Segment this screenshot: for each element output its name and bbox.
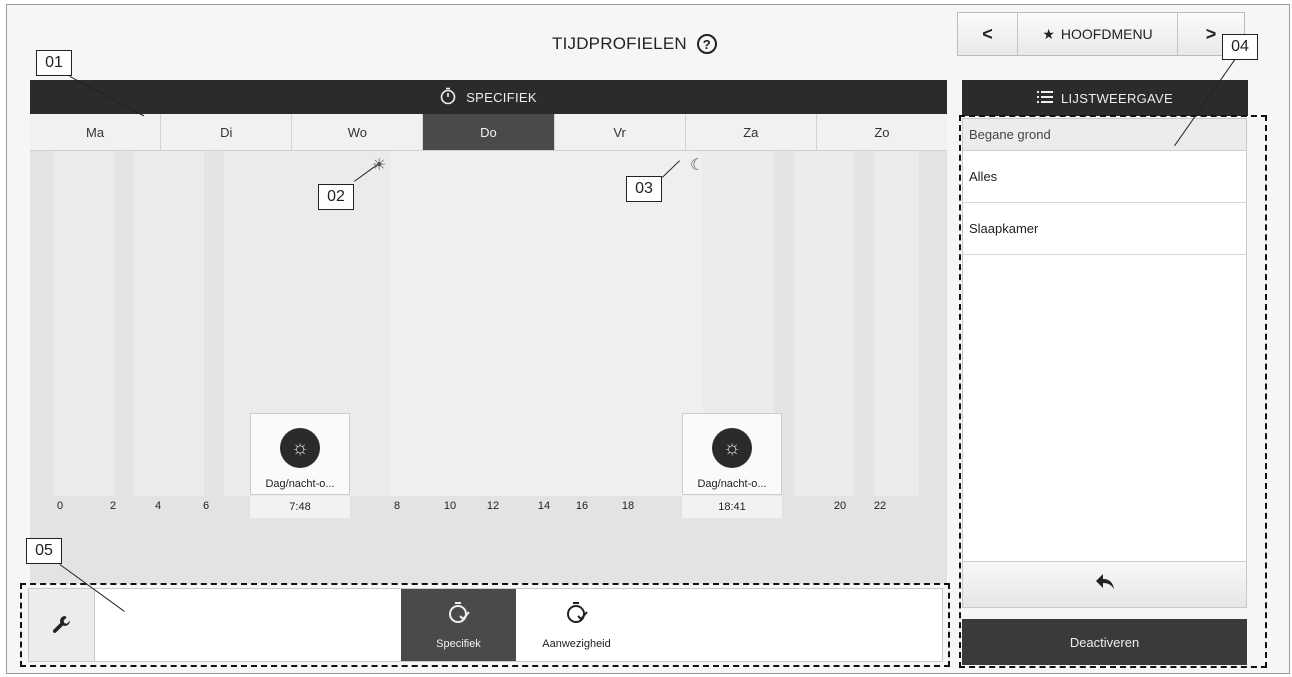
schedule-header: SPECIFIEK [30, 80, 947, 114]
event-label: Dag/nacht-o... [265, 478, 335, 490]
day-tabs: Ma Di Wo Do Vr Za Zo [30, 114, 947, 151]
page-title: TIJDPROFIELEN ? [552, 34, 717, 54]
timeline-canvas [54, 151, 919, 496]
tab-thursday[interactable]: Do [423, 114, 555, 150]
top-navigation: < ★ HOOFDMENU > [957, 12, 1245, 56]
help-icon[interactable]: ? [696, 34, 717, 54]
main-menu-button[interactable]: ★ HOOFDMENU [1018, 13, 1178, 55]
time-axis: 0 2 4 6 7:48 8 10 12 14 16 18 18:41 20 2… [30, 496, 947, 518]
event-time-sunrise: 7:48 [250, 496, 350, 518]
tick-label: 0 [56, 500, 64, 512]
tick-label: 10 [443, 500, 457, 512]
tab-saturday[interactable]: Za [686, 114, 817, 150]
event-sunrise[interactable]: ☼ Dag/nacht-o... [250, 413, 350, 495]
timer-check-icon [565, 600, 589, 632]
callout-04: 04 [1222, 34, 1258, 60]
page-title-text: TIJDPROFIELEN [552, 34, 687, 53]
tick-label: 12 [486, 500, 500, 512]
list-view-label: LIJSTWEERGAVE [1060, 90, 1173, 106]
sun-icon: ☼ [280, 428, 320, 468]
event-sunset[interactable]: ☼ Dag/nacht-o... [682, 413, 782, 495]
star-icon: ★ [1042, 25, 1055, 42]
previous-button[interactable]: < [958, 13, 1018, 55]
tab-sunday[interactable]: Zo [817, 114, 947, 150]
sun-icon: ☼ [712, 428, 752, 468]
back-button[interactable] [963, 561, 1246, 607]
tab-monday[interactable]: Ma [30, 114, 162, 150]
callout-03: 03 [626, 176, 662, 202]
event-time-sunset: 18:41 [682, 496, 782, 518]
bottom-toolbar: Specifiek Aanwezigheid [28, 588, 943, 662]
stopwatch-icon [440, 87, 456, 108]
tick-label: 8 [393, 500, 401, 512]
tab-tuesday[interactable]: Di [161, 114, 293, 150]
list-item-bedroom[interactable]: Slaapkamer [963, 203, 1246, 255]
list-icon [1036, 90, 1053, 107]
tab-friday[interactable]: Vr [555, 114, 686, 150]
specific-mode-label: Specifiek [436, 638, 481, 650]
list-item-all[interactable]: Alles [963, 151, 1246, 203]
list-view-header[interactable]: LIJSTWEERGAVE [962, 80, 1248, 116]
tick-label: 18 [621, 500, 635, 512]
moon-icon: ☾ [690, 157, 705, 174]
hour-stripe [854, 151, 874, 496]
tick-label: 14 [537, 500, 551, 512]
callout-02: 02 [318, 184, 354, 210]
back-arrow-icon [1095, 573, 1115, 597]
hour-stripe [204, 151, 224, 496]
deactivate-button[interactable]: Deactiveren [962, 619, 1247, 665]
event-label: Dag/nacht-o... [697, 478, 767, 490]
tick-label: 22 [873, 500, 887, 512]
timer-check-icon [447, 600, 471, 632]
room-list: Begane grond Alles Slaapkamer [962, 118, 1247, 608]
tick-label: 16 [575, 500, 589, 512]
list-group-header: Begane grond [963, 119, 1246, 151]
hour-stripe [114, 151, 134, 496]
tick-label: 4 [154, 500, 162, 512]
tick-label: 6 [202, 500, 210, 512]
timeline-area[interactable]: ☀ ☾ ☼ Dag/nacht-o... ☼ Dag/nacht-o... 0 … [30, 151, 947, 584]
daylight-zone [391, 151, 703, 496]
presence-mode-label: Aanwezigheid [542, 638, 611, 650]
main-menu-label: HOOFDMENU [1060, 26, 1153, 42]
callout-05: 05 [26, 538, 62, 564]
tab-wednesday[interactable]: Wo [292, 114, 424, 150]
specific-mode-button[interactable]: Specifiek [401, 589, 516, 661]
callout-01: 01 [36, 50, 72, 76]
schedule-header-label: SPECIFIEK [466, 89, 537, 105]
presence-mode-button[interactable]: Aanwezigheid [519, 589, 634, 661]
tick-label: 20 [833, 500, 847, 512]
wrench-icon[interactable] [29, 589, 95, 661]
tick-label: 2 [109, 500, 117, 512]
